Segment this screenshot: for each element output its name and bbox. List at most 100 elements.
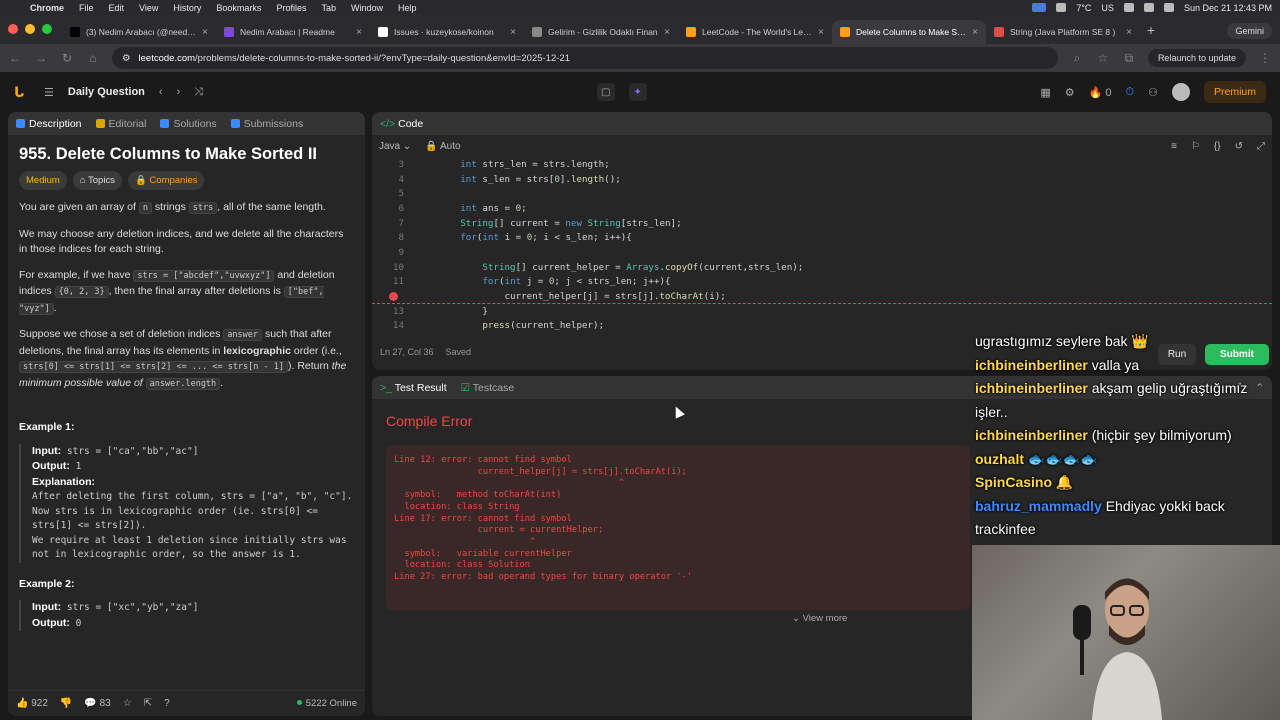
code-line[interactable]: 3 int strs_len = strs.length; xyxy=(372,157,1272,172)
menu-file[interactable]: File xyxy=(79,3,94,13)
menubar-clock[interactable]: Sun Dec 21 12:43 PM xyxy=(1184,3,1272,13)
zoom-icon[interactable]: ⌕ xyxy=(1070,51,1084,66)
browser-tab[interactable]: String (Java Platform SE 8 ) × xyxy=(986,20,1140,44)
control-center-icon[interactable] xyxy=(1163,3,1174,12)
view-more-button[interactable]: ⌄ View more xyxy=(792,613,847,624)
close-tab-icon[interactable]: × xyxy=(818,27,824,38)
browser-tab[interactable]: Issues · kuzeykose/koinon × xyxy=(370,20,524,44)
gemini-button[interactable]: Gemini xyxy=(1227,23,1272,39)
share-icon[interactable]: ⇱ xyxy=(144,698,152,709)
problem-list-icon[interactable]: ☰ xyxy=(44,86,54,99)
tab-solutions[interactable]: Solutions xyxy=(160,118,217,130)
bookmark-icon[interactable]: ⚐ xyxy=(1191,141,1200,152)
close-tab-icon[interactable]: × xyxy=(510,27,516,38)
notes-icon[interactable]: ▢ xyxy=(596,83,615,101)
minimize-window-button[interactable] xyxy=(25,24,35,34)
reload-icon[interactable]: ↻ xyxy=(60,51,74,65)
favorite-star-icon[interactable]: ☆ xyxy=(123,698,132,709)
menu-app[interactable]: Chrome xyxy=(30,3,64,13)
bookmark-star-icon[interactable]: ☆ xyxy=(1096,51,1110,65)
code-line[interactable]: 10 String[] current_helper = Arrays.copy… xyxy=(372,260,1272,275)
home-icon[interactable]: ⌂ xyxy=(86,51,100,65)
back-icon[interactable]: ← xyxy=(8,51,22,65)
menu-tab[interactable]: Tab xyxy=(321,3,336,13)
relaunch-button[interactable]: Relaunch to update xyxy=(1147,49,1246,67)
code-line[interactable]: 11 for(int j = 0; j < strs_len; j++){ xyxy=(372,275,1272,290)
code-editor[interactable]: 3 int strs_len = strs.length; 4 int s_len… xyxy=(372,157,1272,341)
address-bar[interactable]: ⚙ leetcode.com/problems/delete-columns-t… xyxy=(112,47,1058,69)
premium-button[interactable]: Premium xyxy=(1203,81,1266,103)
apple-icon[interactable] xyxy=(8,3,18,13)
code-tab[interactable]: </> Code xyxy=(380,118,423,130)
timer-icon[interactable]: ⏱ xyxy=(1126,86,1135,99)
braces-icon[interactable]: {} xyxy=(1214,141,1221,152)
fullscreen-icon[interactable]: ⤢ xyxy=(1257,141,1265,152)
code-line[interactable]: 4 int s_len = strs[0].length(); xyxy=(372,172,1272,187)
close-tab-icon[interactable]: × xyxy=(202,27,208,38)
comments-button[interactable]: 💬 83 xyxy=(84,698,110,709)
close-tab-icon[interactable]: × xyxy=(1126,27,1132,38)
weather-readout[interactable]: 7°C xyxy=(1076,3,1091,13)
like-button[interactable]: 👍 922 xyxy=(16,698,48,709)
prev-problem-icon[interactable]: ‹ xyxy=(159,86,163,98)
menu-edit[interactable]: Edit xyxy=(109,3,125,13)
code-line[interactable]: 9 xyxy=(372,245,1272,260)
menu-bookmarks[interactable]: Bookmarks xyxy=(216,3,261,13)
menu-window[interactable]: Window xyxy=(351,3,383,13)
ai-assist-icon[interactable]: ✦ xyxy=(628,83,647,101)
add-friend-icon[interactable]: ⚇ xyxy=(1148,86,1158,99)
next-problem-icon[interactable]: › xyxy=(177,86,181,98)
menu-history[interactable]: History xyxy=(173,3,201,13)
format-code-icon[interactable]: ≡ xyxy=(1171,141,1177,152)
settings-gear-icon[interactable]: ⚙ xyxy=(1065,86,1075,99)
companies-chip[interactable]: 🔒 Companies xyxy=(127,170,205,190)
browser-tab[interactable]: Gelirim - Gizlilik Odaklı Finan × xyxy=(524,20,678,44)
tab-submissions[interactable]: Submissions xyxy=(230,118,303,130)
code-line[interactable]: 6 int ans = 0; xyxy=(372,201,1272,216)
random-problem-icon[interactable]: ⤨ xyxy=(194,86,203,99)
tab-editorial[interactable]: Editorial xyxy=(95,118,146,130)
browser-tab[interactable]: LeetCode - The World's Leadi × xyxy=(678,20,832,44)
streak-counter[interactable]: 🔥 0 xyxy=(1089,86,1112,99)
extensions-icon[interactable]: ⧉ xyxy=(1122,51,1136,66)
new-tab-button[interactable]: + xyxy=(1140,22,1162,38)
code-line[interactable]: current_helper[j] = strs[j].toCharAt(i); xyxy=(372,289,1272,304)
tray-app-icon[interactable] xyxy=(1056,3,1067,12)
browser-tab[interactable]: Delete Columns to Make Sort × xyxy=(832,20,986,44)
auto-format-toggle[interactable]: 🔒 Auto xyxy=(425,141,460,152)
battery-icon[interactable] xyxy=(1123,3,1134,12)
browser-tab[interactable]: (3) Nedim Arabacı (@needim × xyxy=(62,20,216,44)
close-tab-icon[interactable]: × xyxy=(972,27,978,38)
code-line[interactable]: 5 xyxy=(372,186,1272,201)
close-tab-icon[interactable]: × xyxy=(664,27,670,38)
avatar[interactable] xyxy=(1171,83,1190,101)
browser-tab[interactable]: Nedim Arabacı | Readme × xyxy=(216,20,370,44)
input-language[interactable]: US xyxy=(1101,3,1114,13)
tab-test-result[interactable]: >_ Test Result xyxy=(380,382,447,394)
topics-chip[interactable]: ⌂ Topics xyxy=(72,170,122,190)
menu-profiles[interactable]: Profiles xyxy=(276,3,306,13)
daily-question-link[interactable]: Daily Question xyxy=(68,86,145,98)
screen-record-icon[interactable] xyxy=(1032,3,1047,12)
forward-icon[interactable]: → xyxy=(34,51,48,65)
layout-icon[interactable]: ▦ xyxy=(1040,86,1050,99)
tab-description[interactable]: Description xyxy=(16,118,82,130)
code-line[interactable]: 8 for(int i = 0; i < s_len; i++){ xyxy=(372,230,1272,245)
close-tab-icon[interactable]: × xyxy=(356,27,362,38)
dislike-button[interactable]: 👎 xyxy=(60,698,72,709)
leetcode-logo-icon[interactable]: ᒐ xyxy=(14,84,30,100)
code-line[interactable]: 7 String[] current = new String[strs_len… xyxy=(372,216,1272,231)
kebab-menu-icon[interactable]: ⋮ xyxy=(1258,51,1272,65)
zoom-window-button[interactable] xyxy=(42,24,52,34)
wifi-icon[interactable] xyxy=(1143,3,1154,12)
site-info-icon[interactable]: ⚙ xyxy=(122,53,131,64)
reset-code-icon[interactable]: ↺ xyxy=(1235,141,1243,152)
menu-view[interactable]: View xyxy=(139,3,158,13)
menu-help[interactable]: Help xyxy=(398,3,417,13)
close-window-button[interactable] xyxy=(8,24,18,34)
help-icon[interactable]: ? xyxy=(164,698,170,709)
problem-title[interactable]: 955. Delete Columns to Make Sorted II xyxy=(19,146,354,163)
code-line[interactable]: 13 } xyxy=(372,304,1272,319)
tab-testcase[interactable]: ☑ Testcase xyxy=(461,382,515,394)
language-select[interactable]: Java ⌄ xyxy=(379,141,411,152)
